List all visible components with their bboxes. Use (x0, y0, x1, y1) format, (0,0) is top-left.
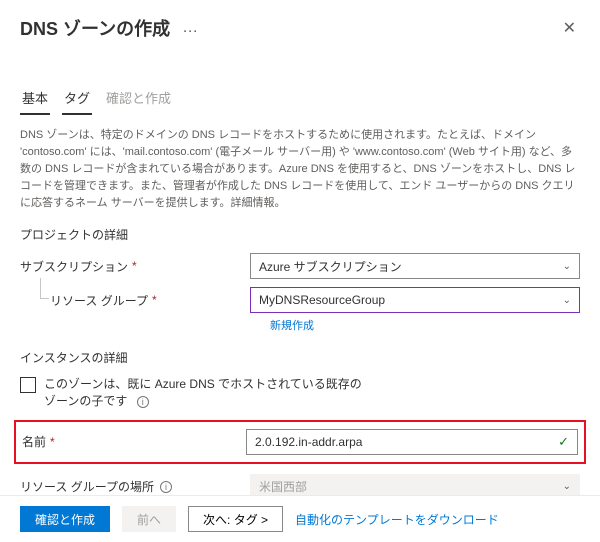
chevron-down-icon: ⌄ (563, 261, 571, 272)
close-icon[interactable]: ✕ (559, 14, 580, 42)
child-zone-label: このゾーンは、既に Azure DNS でホストされている既存のゾーンの子です … (44, 376, 364, 410)
create-new-rg-link[interactable]: 新規作成 (20, 318, 314, 332)
tab-basic[interactable]: 基本 (20, 82, 50, 115)
name-input[interactable]: 2.0.192.in-addr.arpa ✓ (246, 429, 578, 455)
tab-tags[interactable]: タグ (62, 82, 92, 115)
section-instance-details: インスタンスの詳細 (0, 335, 600, 372)
description-text: DNS ゾーンは、特定のドメインの DNS レコードをホストするために使用されま… (0, 115, 600, 212)
info-icon[interactable]: i (160, 481, 172, 493)
resource-group-select[interactable]: MyDNSResourceGroup ⌄ (250, 287, 580, 313)
review-create-button[interactable]: 確認と作成 (20, 506, 110, 532)
resource-group-value: MyDNSResourceGroup (259, 293, 385, 307)
info-icon[interactable]: i (137, 396, 149, 408)
name-label: 名前* (22, 433, 246, 450)
chevron-down-icon: ⌄ (563, 295, 571, 306)
download-template-link[interactable]: 自動化のテンプレートをダウンロード (295, 511, 499, 528)
page-title: DNS ゾーンの作成 (20, 15, 170, 41)
check-ok-icon: ✓ (558, 434, 569, 450)
subscription-value: Azure サブスクリプション (259, 258, 402, 275)
previous-button: 前へ (122, 506, 176, 532)
next-button[interactable]: 次へ: タグ > (188, 506, 283, 532)
location-label: リソース グループの場所 i (20, 478, 250, 495)
tab-review[interactable]: 確認と作成 (104, 82, 173, 115)
name-value: 2.0.192.in-addr.arpa (255, 435, 362, 449)
location-value: 米国西部 (259, 478, 307, 495)
name-field-highlight: 名前* 2.0.192.in-addr.arpa ✓ (14, 420, 586, 464)
child-zone-checkbox[interactable] (20, 377, 36, 393)
resource-group-label: リソース グループ* (20, 292, 250, 309)
subscription-select[interactable]: Azure サブスクリプション ⌄ (250, 253, 580, 279)
more-icon[interactable]: … (182, 19, 198, 37)
tab-bar: 基本 タグ 確認と作成 (0, 52, 600, 115)
subscription-label: サブスクリプション* (20, 258, 250, 275)
chevron-down-icon: ⌄ (563, 481, 571, 492)
footer-bar: 確認と作成 前へ 次へ: タグ > 自動化のテンプレートをダウンロード (0, 495, 600, 542)
section-project-details: プロジェクトの詳細 (0, 212, 600, 249)
